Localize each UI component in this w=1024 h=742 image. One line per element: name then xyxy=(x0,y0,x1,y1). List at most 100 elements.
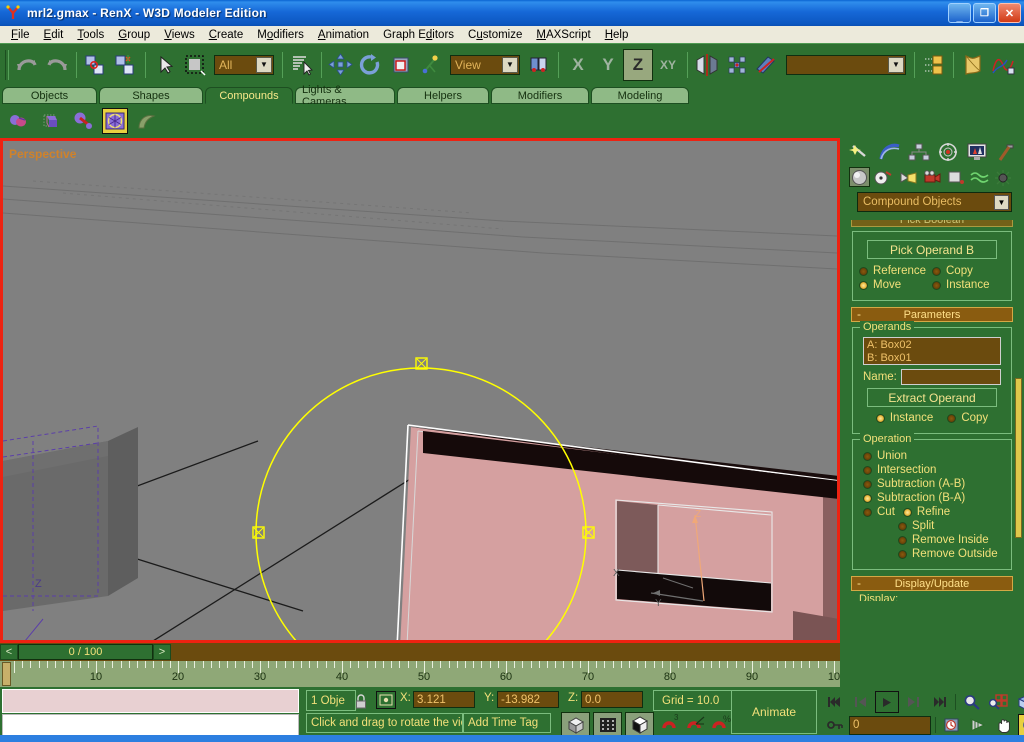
y-coordinate-field[interactable]: -13.982 xyxy=(497,691,559,708)
lights-icon[interactable] xyxy=(897,167,918,187)
animate-button[interactable]: Animate xyxy=(731,690,817,734)
space-warps-icon[interactable] xyxy=(969,167,990,187)
select-and-move-button[interactable] xyxy=(326,49,356,81)
layer-manager-button[interactable] xyxy=(919,49,949,81)
radio-split[interactable]: Split xyxy=(863,520,1005,532)
tab-modeling[interactable]: Modeling xyxy=(591,87,689,104)
tab-helpers[interactable]: Helpers xyxy=(397,87,489,104)
display-tab[interactable] xyxy=(963,141,991,163)
select-and-link-button[interactable] xyxy=(81,49,111,81)
command-panel-scrollbar[interactable] xyxy=(1015,378,1022,538)
operand-a-item[interactable]: A: Box02 xyxy=(867,339,997,352)
radio-reference[interactable]: Reference xyxy=(859,265,932,277)
select-object-button[interactable] xyxy=(150,49,180,81)
select-by-name-button[interactable] xyxy=(287,49,317,81)
modify-tab[interactable] xyxy=(876,141,904,163)
restrict-x-button[interactable]: X xyxy=(563,49,593,81)
restrict-y-button[interactable]: Y xyxy=(593,49,623,81)
go-to-start-icon[interactable] xyxy=(823,691,847,713)
named-selection-combo[interactable]: ▼ xyxy=(786,55,906,75)
chevron-down-icon[interactable]: ▼ xyxy=(256,57,272,73)
tab-objects[interactable]: Objects xyxy=(2,87,97,104)
curve-editor-button[interactable] xyxy=(988,49,1018,81)
radio-extract-copy[interactable]: Copy xyxy=(947,412,988,424)
scatter-button[interactable] xyxy=(70,108,96,134)
box-display-button[interactable] xyxy=(625,712,654,737)
viewport-scene[interactable]: Z X Y xyxy=(3,141,837,640)
radio-copy[interactable]: Copy xyxy=(932,265,1005,277)
zoom-icon[interactable] xyxy=(960,691,984,713)
minimize-button[interactable]: _ xyxy=(948,3,971,23)
restrict-z-button[interactable]: Z xyxy=(623,49,653,81)
previous-frame-icon[interactable] xyxy=(849,691,873,713)
zoom-all-icon[interactable] xyxy=(986,691,1010,713)
maxscript-listener-output[interactable] xyxy=(2,689,299,713)
restrict-plane-button[interactable]: XY xyxy=(653,49,683,81)
rollup-display-update-title[interactable]: - Display/Update xyxy=(851,576,1013,591)
boolean-button[interactable] xyxy=(102,108,128,134)
radio-cut[interactable]: Cut Refine xyxy=(863,506,1005,518)
radio-instance[interactable]: Instance xyxy=(932,279,1005,291)
create-tab[interactable] xyxy=(847,141,875,163)
tab-modifiers[interactable]: Modifiers xyxy=(491,87,589,104)
chevron-down-icon-3[interactable]: ▼ xyxy=(888,57,904,73)
tab-lights-cameras[interactable]: Lights & Cameras xyxy=(295,87,395,104)
rollup-scroll-area[interactable]: Pick Boolean Pick Operand B Reference xyxy=(847,220,1017,640)
shaded-display-button[interactable] xyxy=(561,712,590,737)
time-configuration-icon[interactable] xyxy=(940,714,964,736)
lock-selection-icon[interactable] xyxy=(352,692,370,710)
utilities-tab[interactable] xyxy=(992,141,1020,163)
menu-item-group[interactable]: Group xyxy=(111,28,157,42)
field-of-view-icon[interactable] xyxy=(966,714,990,736)
menu-item-maxscript[interactable]: MAXScript xyxy=(529,28,597,42)
menu-item-help[interactable]: Help xyxy=(598,28,636,42)
radio-extract-instance[interactable]: Instance xyxy=(876,412,933,424)
snap-toggle-icon[interactable]: 3 xyxy=(660,714,682,734)
mirror-button[interactable] xyxy=(692,49,722,81)
rollup-pick-boolean-title[interactable]: Pick Boolean xyxy=(851,220,1013,227)
next-frame-icon[interactable] xyxy=(901,691,925,713)
cameras-icon[interactable] xyxy=(921,167,942,187)
radio-subtraction-ab[interactable]: Subtraction (A-B) xyxy=(863,478,1005,490)
maximize-button[interactable]: ❐ xyxy=(973,3,996,23)
menu-item-edit[interactable]: Edit xyxy=(37,28,71,42)
loft-button[interactable] xyxy=(134,108,160,134)
prev-frame-arrow[interactable]: < xyxy=(0,644,18,660)
pick-operand-b-button[interactable]: Pick Operand B xyxy=(867,240,997,259)
unlink-selection-button[interactable] xyxy=(111,49,141,81)
material-editor-button[interactable] xyxy=(958,49,988,81)
pan-icon[interactable] xyxy=(992,714,1016,736)
geometry-icon[interactable] xyxy=(849,167,870,187)
operands-listbox[interactable]: A: Box02 B: Box01 xyxy=(863,337,1001,365)
select-and-rotate-button[interactable] xyxy=(356,49,386,81)
x-coordinate-field[interactable]: 3.121 xyxy=(413,691,475,708)
z-coordinate-field[interactable]: 0.0 xyxy=(581,691,643,708)
toolbar-grip[interactable] xyxy=(5,50,9,80)
track-bar-handle[interactable] xyxy=(2,662,11,686)
key-filter-field[interactable]: 0 xyxy=(849,716,931,735)
absolute-relative-transform-toggle[interactable] xyxy=(376,691,396,709)
select-region-button[interactable] xyxy=(180,49,210,81)
use-center-button[interactable] xyxy=(524,49,554,81)
selection-filter-combo[interactable]: All ▼ xyxy=(214,55,274,75)
select-and-scale-button[interactable] xyxy=(386,49,416,81)
helpers-icon[interactable] xyxy=(945,167,966,187)
perspective-viewport[interactable]: Perspective xyxy=(0,138,840,643)
tab-shapes[interactable]: Shapes xyxy=(99,87,203,104)
current-frame-field[interactable]: 0 / 100 xyxy=(18,644,153,660)
play-animation-icon[interactable] xyxy=(875,691,899,713)
rollup-display-update-collapse[interactable]: - xyxy=(857,576,861,590)
go-to-end-icon[interactable] xyxy=(927,691,951,713)
next-frame-arrow[interactable]: > xyxy=(153,644,171,660)
menu-item-create[interactable]: Create xyxy=(202,28,251,42)
menu-item-file[interactable]: File xyxy=(4,28,37,42)
radio-move[interactable]: Move xyxy=(859,279,932,291)
key-mode-toggle-icon[interactable] xyxy=(823,714,847,736)
zoom-extents-icon[interactable] xyxy=(1012,691,1024,713)
chevron-down-icon-2[interactable]: ▼ xyxy=(502,57,518,73)
rollup-parameters-collapse[interactable]: - xyxy=(857,307,861,321)
operand-b-item[interactable]: B: Box01 xyxy=(867,352,997,365)
rollup-parameters-title[interactable]: - Parameters xyxy=(851,307,1013,322)
select-and-manipulate-button[interactable] xyxy=(416,49,446,81)
arc-rotate-icon[interactable] xyxy=(1018,714,1024,736)
